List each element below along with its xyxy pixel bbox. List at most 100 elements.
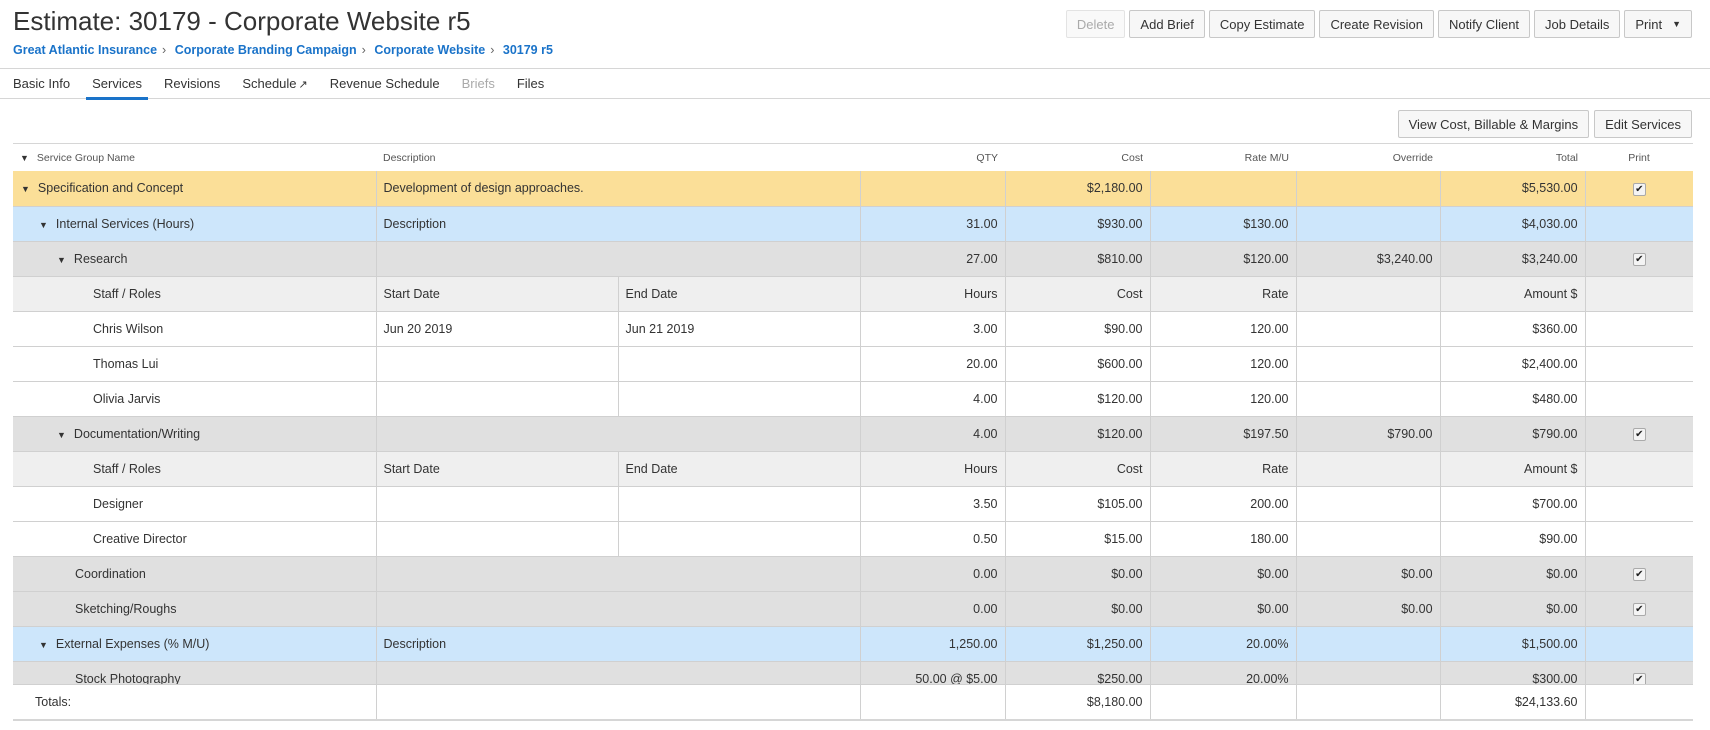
- services-table-body: ▼ Specification and Concept Development of…: [13, 171, 1694, 685]
- end-date-cell[interactable]: [617, 486, 861, 522]
- staff-header-row[interactable]: Staff / Roles Start Date End Date Hours Cost…: [13, 451, 1694, 487]
- description-cell: Description: [375, 206, 861, 242]
- edit-services-button[interactable]: Edit Services: [1594, 110, 1692, 138]
- name-cell: ▼ External Expenses (% M/U): [13, 626, 376, 662]
- total-cell: $360.00: [1439, 311, 1586, 347]
- print-cell: [1584, 626, 1694, 662]
- expand-toggle-icon[interactable]: ▼: [21, 184, 30, 194]
- rate-cell: 120.00: [1149, 311, 1297, 347]
- column-header-service-group[interactable]: ▼ Service Group Name: [13, 143, 376, 172]
- print-checkbox[interactable]: ✔: [1632, 428, 1646, 441]
- create-revision-button[interactable]: Create Revision: [1319, 10, 1434, 38]
- staff-row[interactable]: Chris Wilson Jun 20 2019 Jun 21 2019 3.00 $9…: [13, 311, 1694, 347]
- chevron-right-icon: ›: [162, 43, 167, 57]
- end-date-cell[interactable]: [617, 381, 861, 417]
- delete-button[interactable]: Delete: [1065, 10, 1126, 38]
- total-cell: $3,240.00: [1439, 241, 1586, 277]
- total-cell: $0.00: [1439, 556, 1586, 592]
- print-cell: ✔: [1584, 556, 1694, 592]
- expand-toggle-icon[interactable]: ▼: [39, 220, 48, 230]
- qty-cell: 20.00: [859, 346, 1006, 382]
- start-date-cell[interactable]: [375, 521, 618, 557]
- category-row[interactable]: ▼ External Expenses (% M/U) Description 1,2…: [13, 626, 1694, 662]
- staff-header-row[interactable]: Staff / Roles Start Date End Date Hours Cost…: [13, 276, 1694, 312]
- total-cell: Amount $: [1439, 276, 1586, 312]
- override-cell: [1295, 451, 1441, 487]
- tab-schedule[interactable]: Schedule ↗: [242, 69, 307, 99]
- print-cell: [1584, 346, 1694, 382]
- copy-estimate-button[interactable]: Copy Estimate: [1208, 10, 1316, 38]
- tab-revenue-schedule[interactable]: Revenue Schedule: [330, 69, 440, 99]
- print-checkbox[interactable]: ✔: [1632, 182, 1646, 196]
- override-cell: $0.00: [1295, 591, 1441, 627]
- service-row[interactable]: ▼ Research 27.00 $810.00 $120.00 $3,240.00 $3,…: [13, 241, 1694, 277]
- start-date-cell[interactable]: [375, 381, 618, 417]
- group-row[interactable]: ▼ Specification and Concept Development of…: [13, 171, 1694, 207]
- breadcrumb-campaign[interactable]: Corporate Branding Campaign: [175, 43, 357, 57]
- qty-cell: 3.00: [859, 311, 1006, 347]
- description-cell: Development of design approaches.: [375, 171, 861, 207]
- end-date-cell: End Date: [617, 276, 861, 312]
- start-date-cell: Start Date: [375, 276, 618, 312]
- total-cell: $300.00: [1439, 661, 1586, 684]
- print-cell: [1584, 276, 1694, 312]
- total-cell: $90.00: [1439, 521, 1586, 557]
- expand-toggle-icon[interactable]: ▼: [39, 640, 48, 650]
- rate-cell: $197.50: [1149, 416, 1297, 452]
- chevron-right-icon: ›: [490, 43, 495, 57]
- breadcrumb-client[interactable]: Great Atlantic Insurance: [13, 43, 157, 57]
- view-cost-billable-margins-button[interactable]: View Cost, Billable & Margins: [1397, 110, 1590, 138]
- notify-client-button[interactable]: Notify Client: [1437, 10, 1531, 38]
- start-date-cell[interactable]: [375, 486, 618, 522]
- category-row[interactable]: ▼ Internal Services (Hours) Description 31.…: [13, 206, 1694, 242]
- staff-row[interactable]: Designer 3.50 $105.00 200.00 $700.00: [13, 486, 1694, 522]
- service-row[interactable]: Sketching/Roughs 0.00 $0.00 $0.00 $0.00 $0.00…: [13, 591, 1694, 627]
- tab-services[interactable]: Services: [86, 69, 148, 100]
- expand-toggle-icon[interactable]: ▼: [57, 430, 66, 440]
- expand-toggle-icon[interactable]: ▼: [57, 255, 66, 265]
- tab-basic-info[interactable]: Basic Info: [13, 69, 70, 99]
- override-cell: $3,240.00: [1295, 241, 1441, 277]
- start-date-cell: Start Date: [375, 451, 618, 487]
- column-header-total: Total: [1440, 143, 1585, 172]
- service-row[interactable]: Coordination 0.00 $0.00 $0.00 $0.00 $0.00 ✔: [13, 556, 1694, 592]
- start-date-cell[interactable]: Jun 20 2019: [375, 311, 618, 347]
- tab-label: Files: [516, 76, 545, 91]
- start-date-cell[interactable]: [375, 346, 618, 382]
- rate-cell: Rate: [1149, 451, 1297, 487]
- cost-cell: $1,250.00: [1004, 626, 1151, 662]
- tab-briefs: Briefs: [462, 69, 495, 99]
- row-name: Documentation/Writing: [73, 426, 201, 441]
- print-checkbox[interactable]: ✔: [1632, 603, 1646, 616]
- print-cell: [1584, 311, 1694, 347]
- staff-row[interactable]: Thomas Lui 20.00 $600.00 120.00 $2,400.00: [13, 346, 1694, 382]
- breadcrumb-job[interactable]: Corporate Website: [374, 43, 485, 57]
- service-row[interactable]: ▼ Documentation/Writing 4.00 $120.00 $197.50…: [13, 416, 1694, 452]
- collapse-all-icon[interactable]: ▼: [20, 153, 29, 163]
- end-date-cell[interactable]: [617, 521, 861, 557]
- staff-row[interactable]: Olivia Jarvis 4.00 $120.00 120.00 $480.00: [13, 381, 1694, 417]
- tab-revisions[interactable]: Revisions: [164, 69, 220, 99]
- totals-label: Totals:: [13, 684, 376, 721]
- qty-cell: 3.50: [859, 486, 1006, 522]
- breadcrumb-estimate[interactable]: 30179 r5: [503, 43, 553, 57]
- print-checkbox[interactable]: ✔: [1632, 253, 1646, 266]
- print-dropdown-button[interactable]: Print ▼: [1624, 10, 1692, 38]
- print-checkbox[interactable]: ✔: [1632, 673, 1646, 684]
- print-checkbox[interactable]: ✔: [1632, 568, 1646, 581]
- staff-row[interactable]: Creative Director 0.50 $15.00 180.00 $90.00: [13, 521, 1694, 557]
- total-cell: $2,400.00: [1439, 346, 1586, 382]
- row-name: Stock Photography: [75, 671, 181, 685]
- override-cell: [1295, 171, 1441, 207]
- service-row[interactable]: Stock Photography 50.00 @ $5.00 $250.00 20.…: [13, 661, 1694, 685]
- services-table-scroll[interactable]: ▼ Specification and Concept Development of…: [0, 171, 1710, 684]
- tab-files[interactable]: Files: [517, 69, 544, 99]
- cost-cell: $930.00: [1004, 206, 1151, 242]
- end-date-cell[interactable]: Jun 21 2019: [617, 311, 861, 347]
- description-cell: [375, 556, 861, 592]
- end-date-cell[interactable]: [617, 346, 861, 382]
- rate-cell: $120.00: [1149, 241, 1297, 277]
- add-brief-button[interactable]: Add Brief: [1129, 10, 1205, 38]
- job-details-button[interactable]: Job Details: [1534, 10, 1621, 38]
- print-cell: [1584, 451, 1694, 487]
